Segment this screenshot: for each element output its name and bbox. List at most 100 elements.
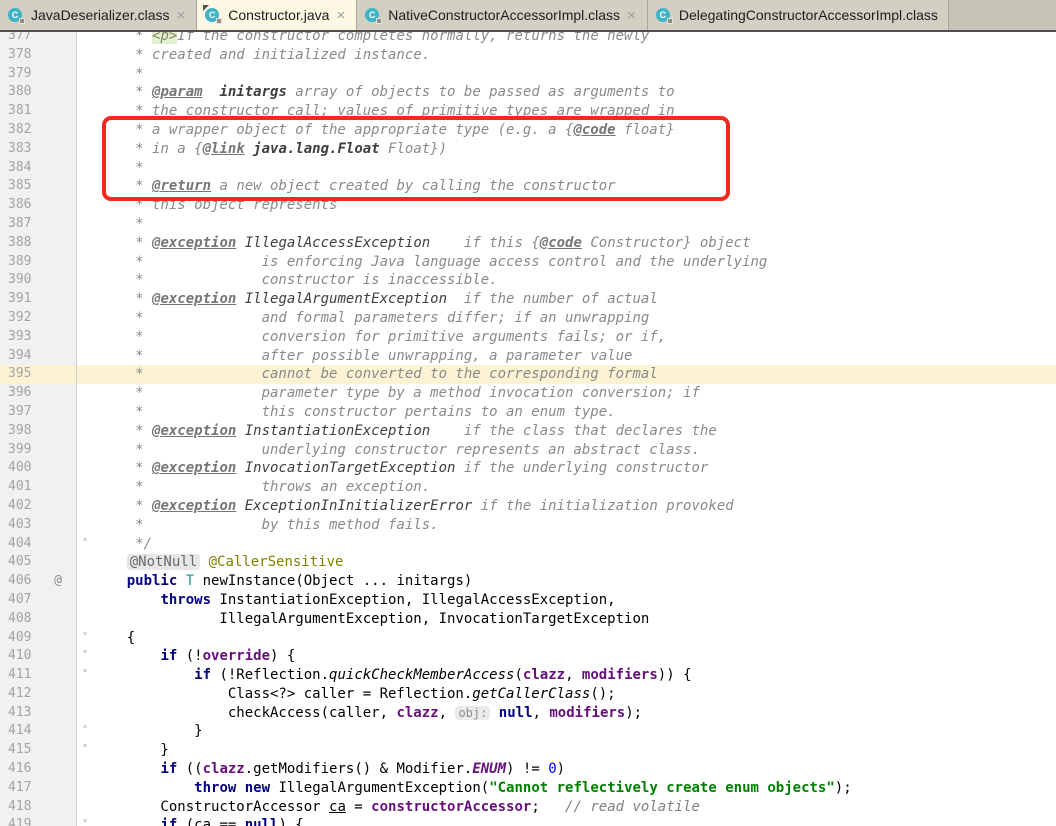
fold-down-icon[interactable]: ˅: [77, 629, 93, 648]
code-line[interactable]: 396 * parameter type by a method invocat…: [0, 384, 1056, 403]
class-icon: C: [365, 7, 382, 24]
code-line[interactable]: 385 * @return a new object created by ca…: [0, 177, 1056, 196]
code-text: @NotNull @CallerSensitive: [93, 553, 343, 572]
code-line[interactable]: 419˅ if (ca == null) {: [0, 816, 1056, 826]
class-icon: C: [8, 7, 25, 24]
line-number: 379: [0, 65, 44, 84]
tab-constructor-java[interactable]: CConstructor.java×: [197, 0, 357, 30]
code-line[interactable]: 387 *: [0, 215, 1056, 234]
gutter-spacer: [44, 403, 72, 422]
fold-spacer: [77, 365, 93, 384]
code-line[interactable]: 379 *: [0, 65, 1056, 84]
fold-spacer: [77, 591, 93, 610]
fold-up-icon[interactable]: ˄: [77, 741, 93, 760]
code-line[interactable]: 412 Class<?> caller = Reflection.getCall…: [0, 685, 1056, 704]
code-text: {: [93, 629, 135, 648]
code-text: *: [93, 159, 144, 178]
code-text: * @exception IllegalArgumentException if…: [93, 290, 658, 309]
tab-label: Constructor.java: [228, 7, 329, 23]
line-number: 408: [0, 610, 44, 629]
fold-spacer: [77, 253, 93, 272]
code-line[interactable]: 404˄ */: [0, 535, 1056, 554]
gutter: 403: [0, 516, 77, 535]
code-line[interactable]: 389 * is enforcing Java language access …: [0, 253, 1056, 272]
code-line[interactable]: 378 * created and initialized instance.: [0, 46, 1056, 65]
fold-down-icon[interactable]: ˅: [77, 666, 93, 685]
code-line[interactable]: 406@ public T newInstance(Object ... ini…: [0, 572, 1056, 591]
code-line[interactable]: 388 * @exception IllegalAccessException …: [0, 234, 1056, 253]
code-line[interactable]: 401 * throws an exception.: [0, 478, 1056, 497]
line-number: 397: [0, 403, 44, 422]
tab-javadeserializer-class[interactable]: CJavaDeserializer.class×: [0, 0, 197, 30]
code-line[interactable]: 413 checkAccess(caller, clazz, obj: null…: [0, 704, 1056, 723]
tab-delegatingconstructoraccessorimpl-class[interactable]: CDelegatingConstructorAccessorImpl.class: [648, 0, 949, 30]
gutter-spacer: [44, 177, 72, 196]
code-line[interactable]: 411˅ if (!Reflection.quickCheckMemberAcc…: [0, 666, 1056, 685]
code-line[interactable]: 391 * @exception IllegalArgumentExceptio…: [0, 290, 1056, 309]
code-text: throws InstantiationException, IllegalAc…: [93, 591, 616, 610]
code-line[interactable]: 415˄ }: [0, 741, 1056, 760]
code-line[interactable]: 414˄ }: [0, 722, 1056, 741]
code-line[interactable]: 390 * constructor is inaccessible.: [0, 271, 1056, 290]
fold-spacer: [77, 102, 93, 121]
code-line[interactable]: 408 IllegalArgumentException, Invocation…: [0, 610, 1056, 629]
code-line[interactable]: 395 * cannot be converted to the corresp…: [0, 365, 1056, 384]
code-line[interactable]: 384 *: [0, 159, 1056, 178]
gutter: 415: [0, 741, 77, 760]
code-line[interactable]: 407 throws InstantiationException, Illeg…: [0, 591, 1056, 610]
fold-down-icon[interactable]: ˅: [77, 816, 93, 826]
fold-up-icon[interactable]: ˄: [77, 722, 93, 741]
gutter-spacer: [44, 760, 72, 779]
code-text: * underlying constructor represents an a…: [93, 441, 700, 460]
fold-spacer: [77, 553, 93, 572]
code-line[interactable]: 403 * by this method fails.: [0, 516, 1056, 535]
override-marker-icon[interactable]: @: [44, 572, 72, 591]
close-icon[interactable]: ×: [176, 8, 187, 23]
code-line[interactable]: 394 * after possible unwrapping, a param…: [0, 347, 1056, 366]
code-line[interactable]: 381 * the constructor call; values of pr…: [0, 102, 1056, 121]
code-line[interactable]: 399 * underlying constructor represents …: [0, 441, 1056, 460]
close-icon[interactable]: ×: [335, 8, 346, 23]
fold-spacer: [77, 46, 93, 65]
code-line[interactable]: 393 * conversion for primitive arguments…: [0, 328, 1056, 347]
gutter-spacer: [44, 46, 72, 65]
gutter-spacer: [44, 516, 72, 535]
code-line[interactable]: 417 throw new IllegalArgumentException("…: [0, 779, 1056, 798]
tab-nativeconstructoraccessorimpl-class[interactable]: CNativeConstructorAccessorImpl.class×: [357, 0, 648, 30]
line-number: 382: [0, 121, 44, 140]
class-icon-dot: [19, 18, 25, 24]
gutter: 383: [0, 140, 77, 159]
gutter: 385: [0, 177, 77, 196]
gutter: 391: [0, 290, 77, 309]
code-editor[interactable]: 377 * <p>If the constructor completes no…: [0, 32, 1056, 826]
gutter-spacer: [44, 121, 72, 140]
code-line[interactable]: 383 * in a {@link java.lang.Float Float}…: [0, 140, 1056, 159]
code-line[interactable]: 405 @NotNull @CallerSensitive: [0, 553, 1056, 572]
gutter-spacer: [44, 347, 72, 366]
line-number: 406: [0, 572, 44, 591]
code-line[interactable]: 397 * this constructor pertains to an en…: [0, 403, 1056, 422]
code-line[interactable]: 409 ˅ {: [0, 629, 1056, 648]
code-line[interactable]: 380 * @param initargs array of objects t…: [0, 83, 1056, 102]
code-line[interactable]: 418 ConstructorAccessor ca = constructor…: [0, 798, 1056, 817]
fold-spacer: [77, 271, 93, 290]
code-line[interactable]: 392 * and formal parameters differ; if a…: [0, 309, 1056, 328]
gutter-spacer: [44, 32, 72, 46]
code-text: * @return a new object created by callin…: [93, 177, 616, 196]
line-number: 378: [0, 46, 44, 65]
close-icon[interactable]: ×: [626, 8, 637, 23]
code-line[interactable]: 416 if ((clazz.getModifiers() & Modifier…: [0, 760, 1056, 779]
code-line[interactable]: 377 * <p>If the constructor completes no…: [0, 32, 1056, 46]
fold-up-icon[interactable]: ˄: [77, 535, 93, 554]
gutter: 407: [0, 591, 77, 610]
code-text: IllegalArgumentException, InvocationTarg…: [93, 610, 649, 629]
fold-down-icon[interactable]: ˅: [77, 647, 93, 666]
code-line[interactable]: 402 * @exception ExceptionInInitializerE…: [0, 497, 1056, 516]
code-line[interactable]: 398 * @exception InstantiationException …: [0, 422, 1056, 441]
code-line[interactable]: 410˅ if (!override) {: [0, 647, 1056, 666]
fold-spacer: [77, 384, 93, 403]
line-number: 409: [0, 629, 44, 648]
code-line[interactable]: 400 * @exception InvocationTargetExcepti…: [0, 459, 1056, 478]
code-line[interactable]: 382 * a wrapper object of the appropriat…: [0, 121, 1056, 140]
code-line[interactable]: 386 * this object represents: [0, 196, 1056, 215]
